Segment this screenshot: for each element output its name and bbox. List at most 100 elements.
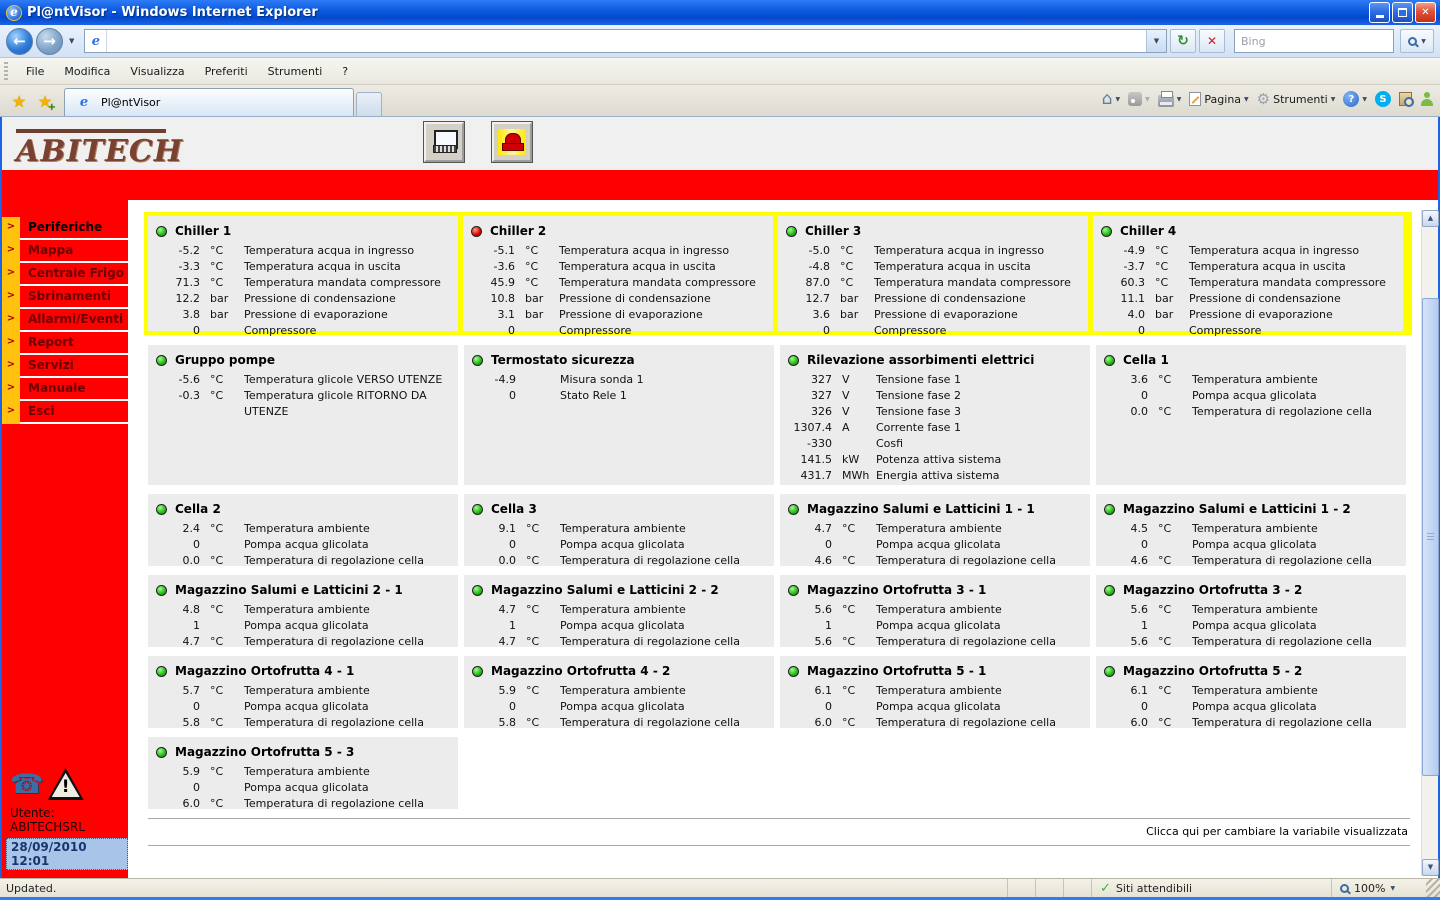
messenger-button[interactable]	[1420, 92, 1434, 106]
search-input[interactable]: Bing	[1234, 29, 1394, 53]
panel-variable-row[interactable]: 0 Pompa acqua glicolata	[1096, 388, 1406, 404]
panel-variable-row[interactable]: 9.1 °C Temperatura ambiente	[464, 521, 774, 537]
panel-variable-row[interactable]: 431.7 MWh Energia attiva sistema	[780, 468, 1090, 484]
panel-variable-row[interactable]: 0 Stato Rele 1	[464, 388, 774, 404]
panel-magazzino-salumi-e-latticini-1-2[interactable]: Magazzino Salumi e Latticini 1 - 2 4.5 °…	[1096, 494, 1406, 569]
panel-variable-row[interactable]: 87.0 °C Temperatura mandata compressore	[778, 275, 1088, 291]
panel-variable-row[interactable]: 141.5 kW Potenza attiva sistema	[780, 452, 1090, 468]
panel-variable-row[interactable]: -4.8 °C Temperatura acqua in uscita	[778, 259, 1088, 275]
close-button[interactable]: ✕	[1415, 2, 1436, 23]
sidebar-item-report[interactable]: > Report	[2, 332, 128, 355]
panel-variable-row[interactable]: 5.6 °C Temperatura ambiente	[1096, 602, 1406, 618]
resize-grip[interactable]	[1426, 879, 1440, 897]
restore-button[interactable]	[1392, 2, 1413, 23]
address-bar[interactable]: e ▼	[84, 29, 1167, 53]
research-button[interactable]	[1399, 92, 1414, 107]
menu-visualizza[interactable]: Visualizza	[120, 61, 194, 82]
panel-variable-row[interactable]: 5.9 °C Temperatura ambiente	[148, 764, 458, 780]
panel-variable-row[interactable]: 0.0 °C Temperatura di regolazione cella	[464, 553, 774, 569]
panel-variable-row[interactable]: 0 Compressore	[778, 323, 1088, 339]
panel-variable-row[interactable]: 0 Compressore	[148, 323, 458, 339]
panel-variable-row[interactable]: 5.7 °C Temperatura ambiente	[148, 683, 458, 699]
panel-variable-row[interactable]: 4.0 bar Pressione di evaporazione	[1093, 307, 1403, 323]
panel-magazzino-ortofrutta-3-2[interactable]: Magazzino Ortofrutta 3 - 2 5.6 °C Temper…	[1096, 575, 1406, 650]
panel-magazzino-ortofrutta-4-1[interactable]: Magazzino Ortofrutta 4 - 1 5.7 °C Temper…	[148, 656, 458, 729]
panel-variable-row[interactable]: 6.1 °C Temperatura ambiente	[780, 683, 1090, 699]
address-dropdown[interactable]: ▼	[1146, 30, 1166, 52]
forward-button[interactable]: →	[36, 27, 63, 55]
panel-magazzino-ortofrutta-5-1[interactable]: Magazzino Ortofrutta 5 - 1 6.1 °C Temper…	[780, 656, 1090, 729]
panel-variable-row[interactable]: 0 Pompa acqua glicolata	[1096, 537, 1406, 553]
panel-variable-row[interactable]: 4.7 °C Temperatura di regolazione cella	[464, 634, 774, 650]
panel-variable-row[interactable]: -5.2 °C Temperatura acqua in ingresso	[148, 243, 458, 259]
panel-variable-row[interactable]: 6.0 °C Temperatura di regolazione cella	[1096, 715, 1406, 731]
panel-variable-row[interactable]: -4.9 °C Temperatura acqua in ingresso	[1093, 243, 1403, 259]
sidebar-item-periferiche[interactable]: > Periferiche	[2, 217, 128, 240]
minimize-button[interactable]	[1369, 2, 1390, 23]
sidebar-item-servizi[interactable]: > Servizi	[2, 355, 128, 378]
panel-magazzino-ortofrutta-5-3[interactable]: Magazzino Ortofrutta 5 - 3 5.9 °C Temper…	[148, 737, 458, 810]
panel-termostato-sicurezza[interactable]: Termostato sicurezza -4.9 Misura sonda 1…	[464, 345, 774, 485]
tab-plantvisor[interactable]: e Pl@ntVisor	[64, 88, 354, 116]
panel-variable-row[interactable]: -3.7 °C Temperatura acqua in uscita	[1093, 259, 1403, 275]
panel-variable-row[interactable]: 3.6 °C Temperatura ambiente	[1096, 372, 1406, 388]
panel-variable-row[interactable]: 12.7 bar Pressione di condensazione	[778, 291, 1088, 307]
back-button[interactable]: ←	[6, 27, 33, 55]
panel-cella-1[interactable]: Cella 1 3.6 °C Temperatura ambiente 0 Po…	[1096, 345, 1406, 485]
panel-variable-row[interactable]: 4.5 °C Temperatura ambiente	[1096, 521, 1406, 537]
panel-variable-row[interactable]: 0 Pompa acqua glicolata	[148, 780, 458, 796]
panel-variable-row[interactable]: 327 V Tensione fase 1	[780, 372, 1090, 388]
panel-variable-row[interactable]: 45.9 °C Temperatura mandata compressore	[463, 275, 773, 291]
panel-variable-row[interactable]: -5.0 °C Temperatura acqua in ingresso	[778, 243, 1088, 259]
sidebar-item-manuale[interactable]: > Manuale	[2, 378, 128, 401]
panel-variable-row[interactable]: -330 Cosfi	[780, 436, 1090, 452]
panel-variable-row[interactable]: 4.6 °C Temperatura di regolazione cella	[780, 553, 1090, 569]
skype-button[interactable]: S	[1375, 91, 1391, 107]
panel-magazzino-ortofrutta-5-2[interactable]: Magazzino Ortofrutta 5 - 2 6.1 °C Temper…	[1096, 656, 1406, 731]
panel-variable-row[interactable]: 4.7 °C Temperatura ambiente	[780, 521, 1090, 537]
panel-variable-row[interactable]: 4.8 °C Temperatura ambiente	[148, 602, 458, 618]
new-tab-stub[interactable]	[356, 92, 382, 116]
panel-chiller-1[interactable]: Chiller 1 -5.2 °C Temperatura acqua in i…	[148, 216, 458, 337]
zoom-control[interactable]: 100% ▼	[1331, 879, 1426, 897]
panel-variable-row[interactable]: -5.1 °C Temperatura acqua in ingresso	[463, 243, 773, 259]
panel-variable-row[interactable]: -5.6 °C Temperatura glicole VERSO UTENZE	[148, 372, 458, 388]
menu-preferiti[interactable]: Preferiti	[195, 61, 258, 82]
sidebar-item-centrale-frigo[interactable]: > Centrale Frigo	[2, 263, 128, 286]
panel-variable-row[interactable]: 5.8 °C Temperatura di regolazione cella	[464, 715, 774, 731]
panel-variable-row[interactable]: 4.6 °C Temperatura di regolazione cella	[1096, 553, 1406, 569]
panel-variable-row[interactable]: 3.8 bar Pressione di evaporazione	[148, 307, 458, 323]
panel-variable-row[interactable]: 0 Pompa acqua glicolata	[464, 537, 774, 553]
panel-variable-row[interactable]: 5.6 °C Temperatura ambiente	[780, 602, 1090, 618]
panel-variable-row[interactable]: 11.1 bar Pressione di condensazione	[1093, 291, 1403, 307]
panel-variable-row[interactable]: 0 Pompa acqua glicolata	[780, 699, 1090, 715]
panel-magazzino-salumi-e-latticini-2-1[interactable]: Magazzino Salumi e Latticini 2 - 1 4.8 °…	[148, 575, 458, 650]
panel-chiller-2[interactable]: Chiller 2 -5.1 °C Temperatura acqua in i…	[463, 216, 773, 337]
scroll-up-button[interactable]: ▲	[1422, 210, 1439, 227]
feeds-button[interactable]: ▼	[1128, 92, 1150, 106]
menu-file[interactable]: File	[16, 61, 54, 82]
panel-variable-row[interactable]: 3.1 bar Pressione di evaporazione	[463, 307, 773, 323]
panel-variable-row[interactable]: 0.0 °C Temperatura di regolazione cella	[1096, 404, 1406, 420]
panel-variable-row[interactable]: 4.7 °C Temperatura ambiente	[464, 602, 774, 618]
scrollbar-thumb[interactable]	[1422, 298, 1439, 776]
favorites-icon[interactable]: ★	[6, 88, 32, 114]
panel-variable-row[interactable]: 10.8 bar Pressione di condensazione	[463, 291, 773, 307]
panel-variable-row[interactable]: 4.7 °C Temperatura di regolazione cella	[148, 634, 458, 650]
panel-gruppo-pompe[interactable]: Gruppo pompe -5.6 °C Temperatura glicole…	[148, 345, 458, 485]
panel-variable-row[interactable]: 0 Pompa acqua glicolata	[148, 537, 458, 553]
panel-variable-row[interactable]: 0 Pompa acqua glicolata	[780, 537, 1090, 553]
panel-variable-row[interactable]: 0.0 °C Temperatura di regolazione cella	[148, 553, 458, 569]
add-favorite-icon[interactable]: ★	[32, 88, 58, 114]
panel-variable-row[interactable]: 1 Pompa acqua glicolata	[1096, 618, 1406, 634]
panel-variable-row[interactable]: 5.6 °C Temperatura di regolazione cella	[1096, 634, 1406, 650]
refresh-button[interactable]: ↻	[1170, 29, 1196, 53]
panel-chiller-3[interactable]: Chiller 3 -5.0 °C Temperatura acqua in i…	[778, 216, 1088, 337]
system-status-button[interactable]	[423, 121, 465, 163]
stop-button[interactable]: ✕	[1199, 29, 1225, 53]
panel-variable-row[interactable]: -3.6 °C Temperatura acqua in uscita	[463, 259, 773, 275]
print-button[interactable]: ▼	[1157, 90, 1181, 107]
panel-variable-row[interactable]: 5.9 °C Temperatura ambiente	[464, 683, 774, 699]
panel-variable-row[interactable]: 327 V Tensione fase 2	[780, 388, 1090, 404]
panel-magazzino-salumi-e-latticini-2-2[interactable]: Magazzino Salumi e Latticini 2 - 2 4.7 °…	[464, 575, 774, 650]
